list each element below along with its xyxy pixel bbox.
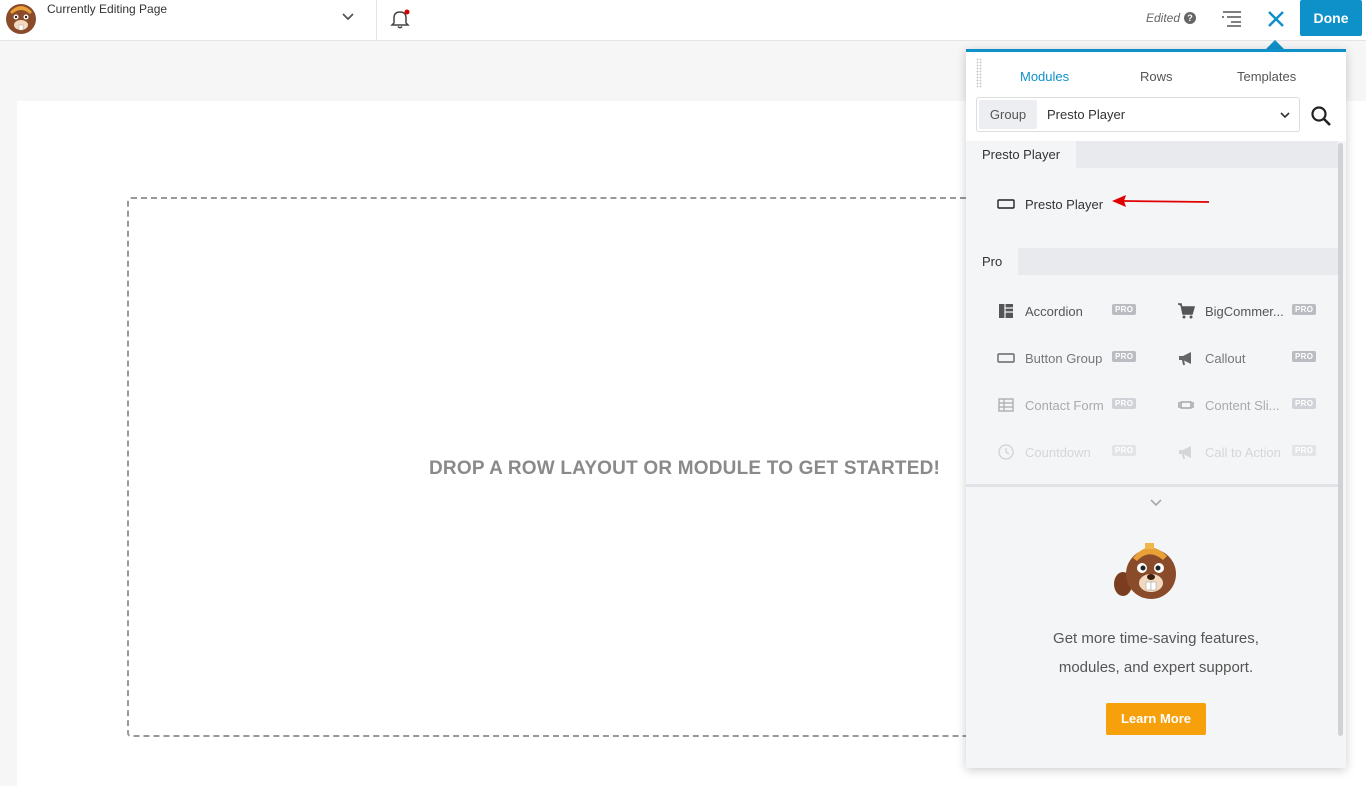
promo-line: Get more time-saving features, [1053,630,1259,647]
section-title: Pro [966,248,1019,275]
accordion-icon [999,304,1013,318]
scrollbar[interactable] [1338,143,1343,736]
module-label: Presto Player [1025,196,1104,212]
beaver-logo-icon[interactable] [2,0,40,36]
content-panel: Modules Rows Templates Group Presto Play… [966,49,1346,768]
module-content-slider[interactable]: Content Sli... [1177,396,1279,414]
module-label: Countdown [1025,444,1091,460]
pro-badge: PRO [1112,304,1137,315]
button-rect-icon [997,353,1015,363]
module-label: BigCommer... [1205,303,1284,319]
tab-rows[interactable]: Rows [1140,69,1173,84]
edited-label: Edited [1146,11,1181,25]
form-table-icon [998,398,1014,412]
topbar-divider [376,0,377,41]
outline-list-icon[interactable] [1221,9,1243,27]
clock-icon [998,444,1014,460]
module-label: Call to Action [1205,444,1281,460]
pro-badge: PRO [1112,351,1137,362]
group-label: Group [979,100,1037,129]
cart-icon [1178,303,1195,319]
module-button-group[interactable]: Button Group [997,349,1102,367]
megaphone-icon [1179,446,1191,459]
module-call-to-action[interactable]: Call to Action [1177,443,1281,461]
drag-handle[interactable] [976,58,982,88]
module-label: Accordion [1025,303,1083,319]
slider-icon [1178,401,1194,409]
panel-divider [966,484,1338,487]
bell-icon[interactable] [389,8,411,30]
section-header: Pro [966,248,1338,275]
group-select[interactable]: Group Presto Player [976,97,1300,132]
promo-text: Get more time-saving features, modules, … [996,624,1316,682]
chevron-down-icon[interactable] [1279,109,1291,121]
module-callout[interactable]: Callout [1177,349,1245,367]
module-label: Button Group [1025,350,1103,366]
annotation-arrow-icon [1112,195,1210,207]
module-label: Callout [1205,350,1246,366]
search-icon[interactable] [1310,105,1332,127]
module-contact-form[interactable]: Contact Form [997,396,1104,414]
section-header: Presto Player [966,141,1338,168]
chevron-down-icon[interactable] [1149,497,1163,509]
section-title: Presto Player [966,141,1077,168]
top-bar: Currently Editing Page Edited ? Done [0,0,1366,41]
beaver-mascot-icon [1114,543,1176,599]
button-rect-icon [997,199,1015,209]
pro-badge: PRO [1292,445,1317,456]
module-label: Contact Form [1025,397,1104,413]
pro-badge: PRO [1112,445,1137,456]
edited-status[interactable]: Edited ? [1146,11,1197,25]
module-bigcommerce[interactable]: BigCommer... [1177,302,1284,320]
module-label: Content Sli... [1205,397,1280,413]
close-icon[interactable] [1265,8,1287,30]
chevron-down-icon[interactable] [340,9,356,25]
learn-more-button[interactable]: Learn More [1106,703,1206,735]
megaphone-icon [1179,352,1191,365]
module-countdown[interactable]: Countdown [997,443,1091,461]
group-selected-value[interactable]: Presto Player [1047,107,1125,122]
pro-badge: PRO [1292,398,1317,409]
module-accordion[interactable]: Accordion [997,302,1083,320]
tab-modules[interactable]: Modules [1020,69,1069,84]
tab-templates[interactable]: Templates [1237,69,1296,84]
pro-badge: PRO [1292,351,1317,362]
page-title: Currently Editing Page [47,2,168,16]
panel-header: Modules Rows Templates Group Presto Play… [966,52,1346,141]
module-presto-player[interactable]: Presto Player [997,195,1103,213]
drop-zone-text: DROP A ROW LAYOUT OR MODULE TO GET START… [429,458,941,479]
help-icon[interactable]: ? [1184,12,1197,24]
pro-badge: PRO [1112,398,1137,409]
done-button[interactable]: Done [1300,0,1362,36]
pro-badge: PRO [1292,304,1317,315]
promo-line: modules, and expert support. [1058,659,1254,676]
